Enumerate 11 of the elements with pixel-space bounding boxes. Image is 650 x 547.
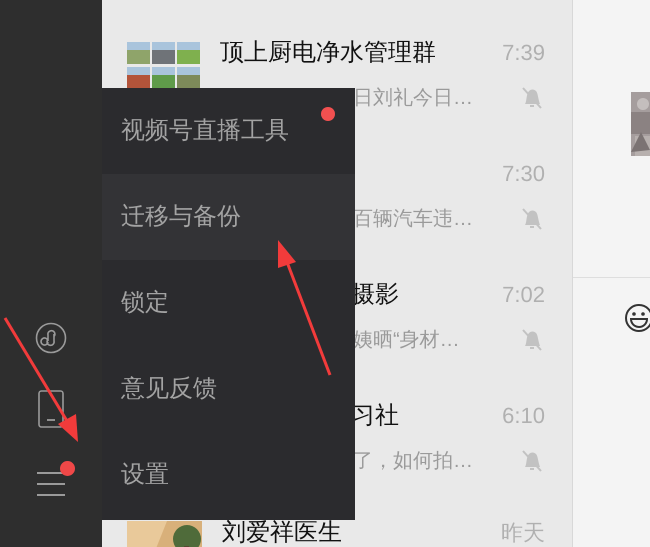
chat-time: 7:02 — [502, 282, 545, 308]
message-preview: 百辆汽车违… — [353, 207, 473, 232]
chat-time: 6:10 — [502, 403, 545, 429]
message-preview: 了，如何拍… — [353, 449, 473, 474]
chat-title: 刘爱祥医生 — [222, 520, 342, 546]
chat-time: 昨天 — [501, 520, 545, 546]
message-preview: 姨晒“身材… — [353, 328, 460, 353]
chat-time: 7:30 — [502, 161, 545, 187]
chat-time: 7:39 — [502, 40, 545, 66]
message-preview: 日刘礼今日… — [353, 86, 473, 111]
chat-title: 顶上厨电净水管理群 — [220, 40, 436, 66]
